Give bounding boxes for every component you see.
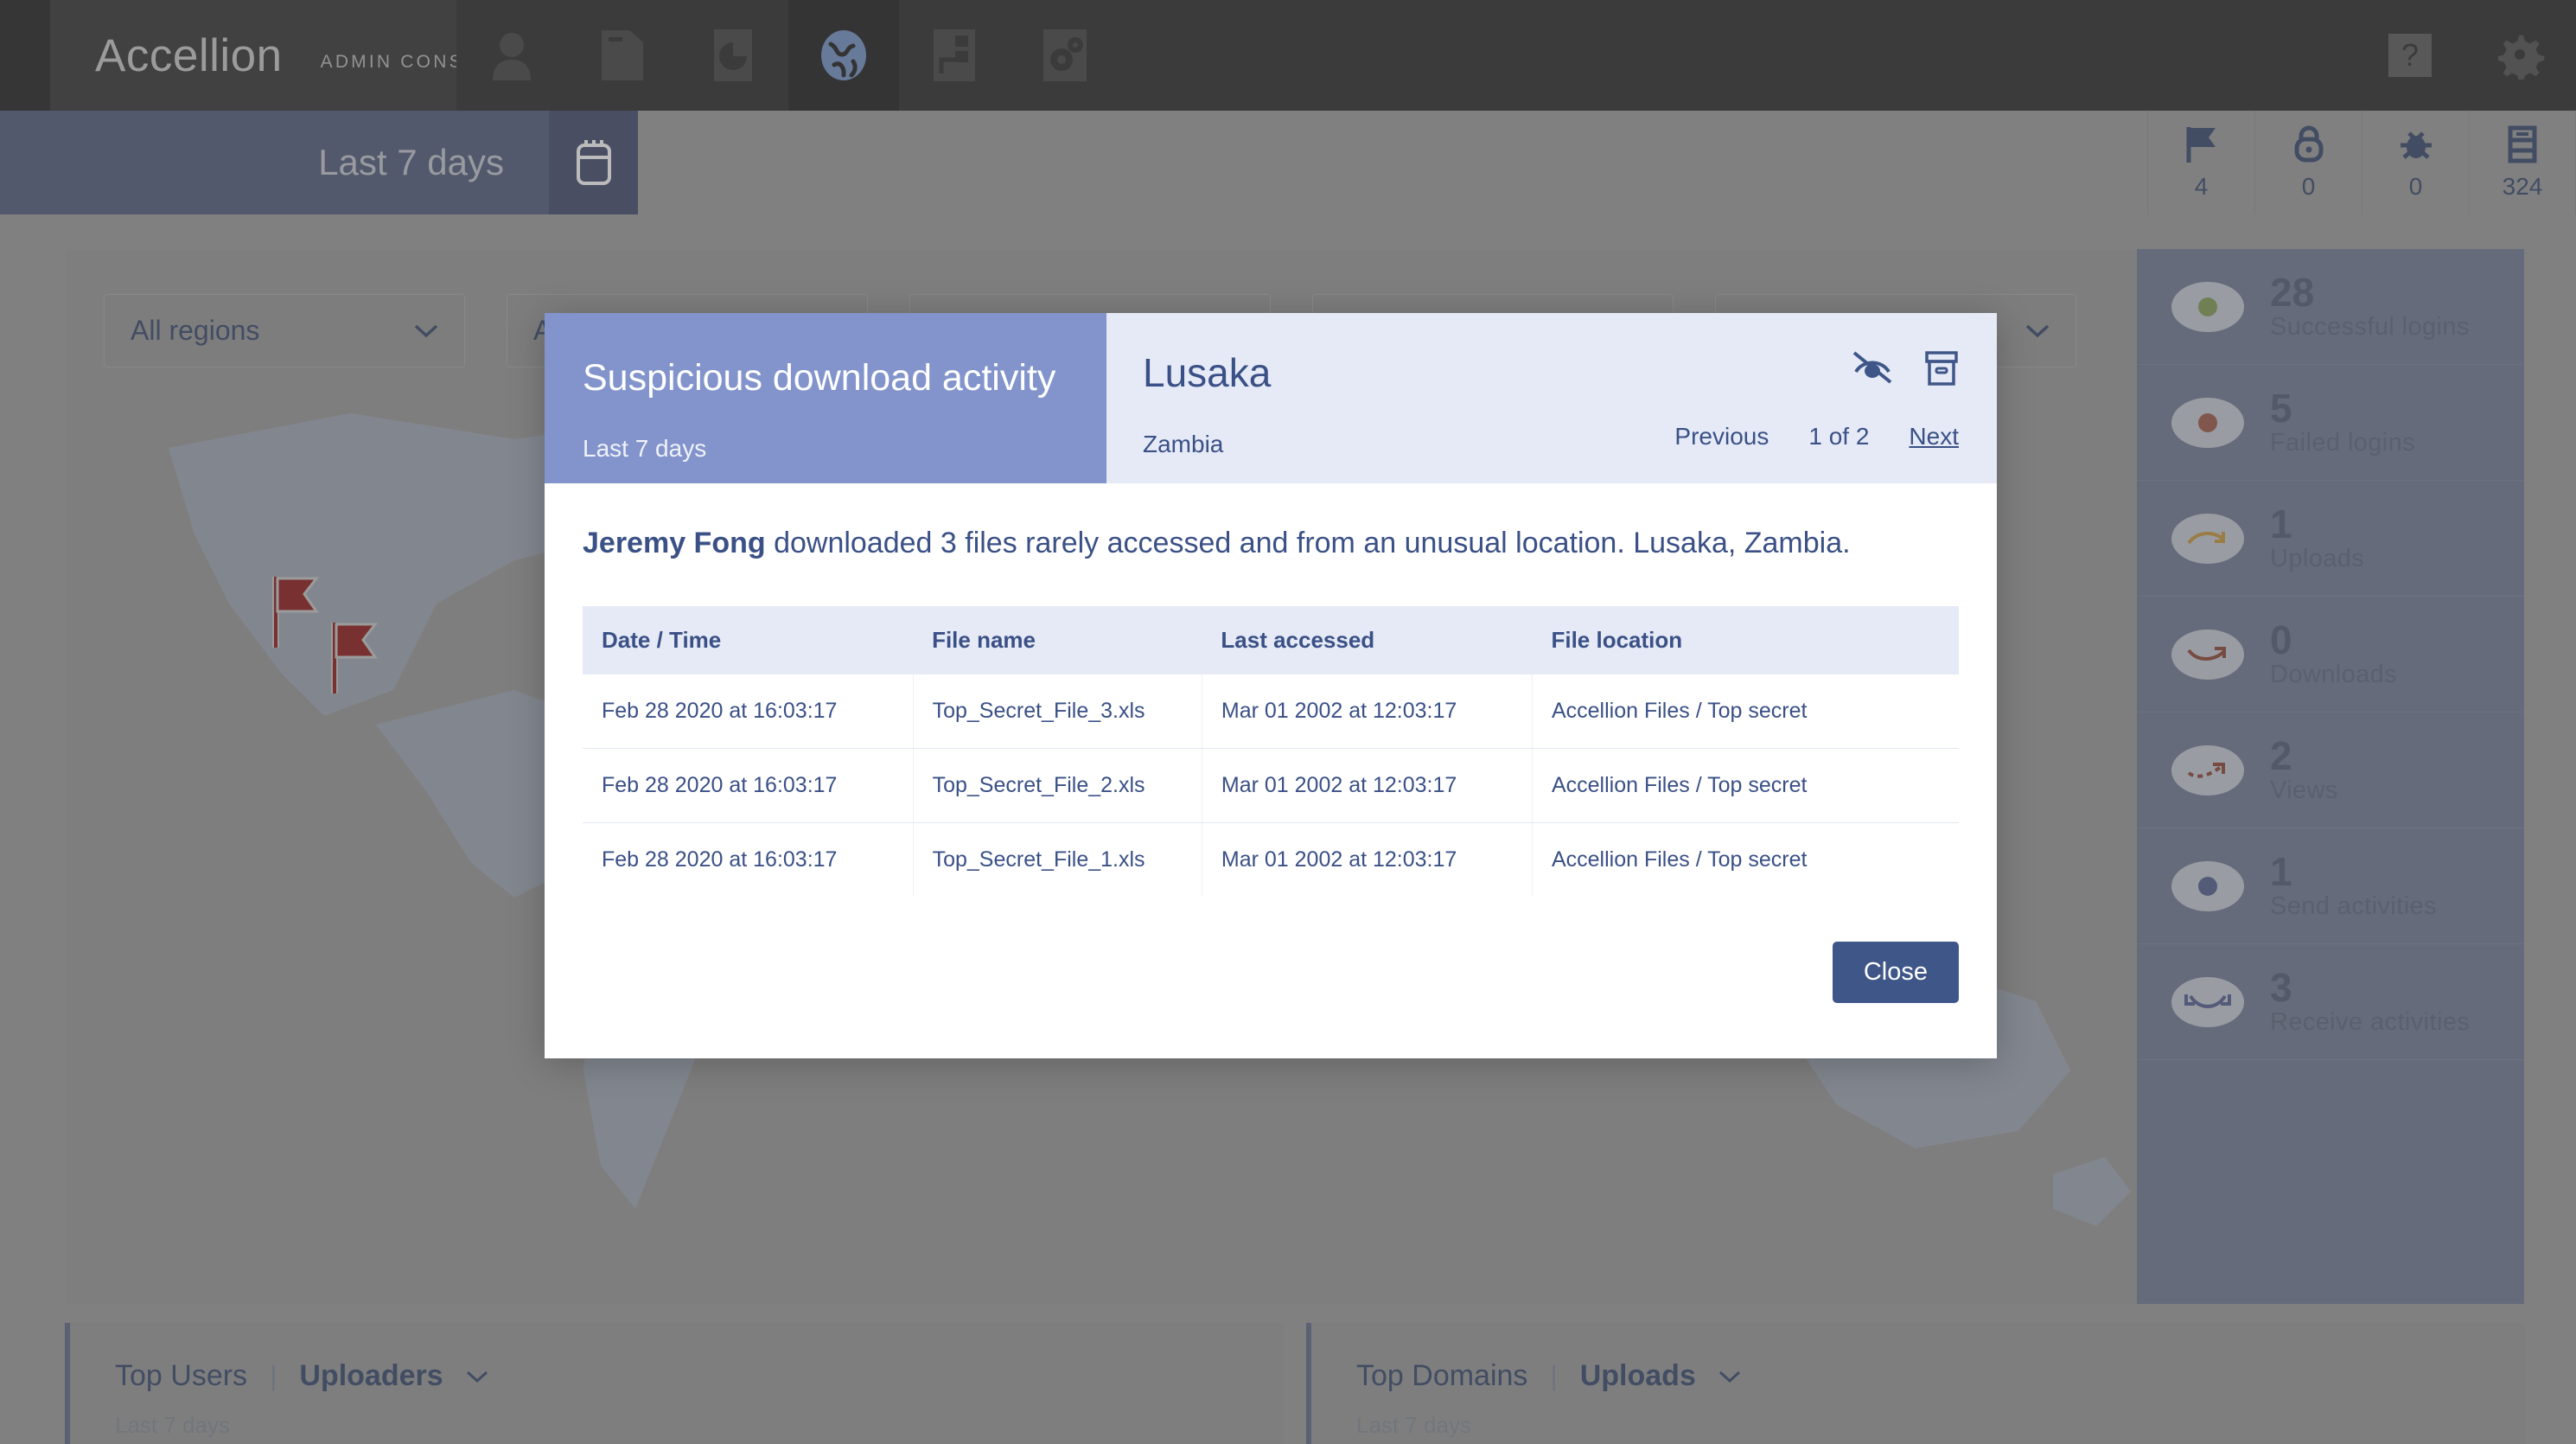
modal-header: Suspicious download activity Last 7 days… [545, 313, 1997, 483]
pagination-next[interactable]: Next [1909, 423, 1959, 450]
table-row[interactable]: Feb 28 2020 at 16:03:17 Top_Secret_File_… [583, 822, 1959, 897]
cell-file-name: Top_Secret_File_2.xls [913, 748, 1202, 823]
archive-box-icon[interactable] [1924, 349, 1959, 387]
modal-header-actions [1852, 349, 1959, 387]
cell-file-location: Accellion Files / Top secret [1532, 674, 1959, 749]
modal-alert-period: Last 7 days [583, 435, 707, 463]
modal-footer: Close [545, 897, 1997, 1003]
suspicious-activity-modal: Suspicious download activity Last 7 days… [545, 313, 1997, 1058]
column-file-location: File location [1532, 605, 1959, 674]
column-file-name: File name [913, 605, 1202, 674]
pagination-position: 1 of 2 [1808, 423, 1870, 450]
column-last-accessed: Last accessed [1202, 605, 1533, 674]
table-row[interactable]: Feb 28 2020 at 16:03:17 Top_Secret_File_… [583, 748, 1959, 823]
cell-last-accessed: Mar 01 2002 at 12:03:17 [1202, 748, 1533, 823]
cell-last-accessed: Mar 01 2002 at 12:03:17 [1202, 822, 1533, 897]
cell-date-time: Feb 28 2020 at 16:03:17 [583, 822, 914, 897]
pagination-previous[interactable]: Previous [1674, 423, 1769, 450]
table-header-row: Date / Time File name Last accessed File… [583, 605, 1959, 674]
modal-location-section: Lusaka Zambia Previous 1 of 2 Next [1106, 313, 1997, 483]
cell-file-location: Accellion Files / Top secret [1532, 748, 1959, 823]
modal-alert-title: Suspicious download activity [583, 357, 1056, 399]
summary-rest: downloaded 3 files rarely accessed and f… [765, 527, 1851, 559]
cell-file-name: Top_Secret_File_3.xls [913, 674, 1202, 749]
cell-date-time: Feb 28 2020 at 16:03:17 [583, 674, 914, 749]
eye-slash-icon[interactable] [1852, 349, 1893, 384]
cell-last-accessed: Mar 01 2002 at 12:03:17 [1202, 674, 1533, 749]
close-button[interactable]: Close [1832, 941, 1959, 1003]
table-row[interactable]: Feb 28 2020 at 16:03:17 Top_Secret_File_… [583, 674, 1959, 749]
cell-file-name: Top_Secret_File_1.xls [913, 822, 1202, 897]
modal-body: Jeremy Fong downloaded 3 files rarely ac… [545, 483, 1997, 897]
modal-alert-section: Suspicious download activity Last 7 days [545, 313, 1106, 483]
cell-file-location: Accellion Files / Top secret [1551, 847, 1808, 872]
modal-summary: Jeremy Fong downloaded 3 files rarely ac… [583, 521, 1853, 566]
cell-date-time: Feb 28 2020 at 16:03:17 [583, 748, 914, 823]
modal-pagination: Previous 1 of 2 Next [1674, 423, 1959, 450]
summary-user: Jeremy Fong [583, 527, 766, 559]
files-table: Date / Time File name Last accessed File… [583, 605, 1959, 897]
column-date-time: Date / Time [583, 605, 914, 674]
